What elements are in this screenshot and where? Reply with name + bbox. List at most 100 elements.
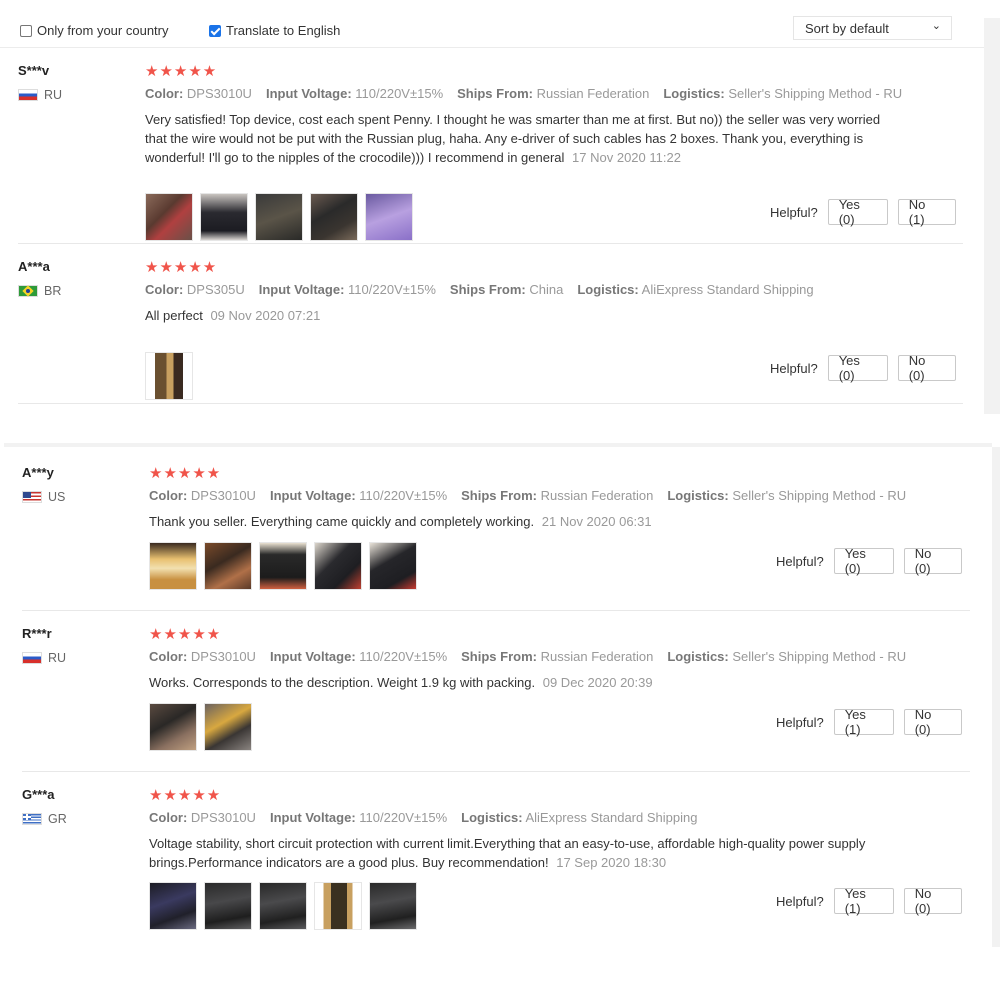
greece-flag-icon (22, 813, 42, 825)
review-photo[interactable] (369, 542, 417, 590)
star-rating: ★★★★★ (145, 63, 218, 80)
review-date: 21 Nov 2020 06:31 (541, 514, 652, 529)
review-photo[interactable] (145, 193, 193, 241)
logistics-label: Logistics: (667, 488, 729, 503)
helpful-votes: Helpful? Yes (0) No (1) (770, 197, 956, 227)
ships-from-value: China (529, 282, 564, 297)
ships-from-label: Ships From: (461, 649, 537, 664)
comment-text: Thank you seller. Everything came quickl… (149, 514, 535, 529)
logistics-value: Seller's Shipping Method - RU (732, 649, 907, 664)
ships-from-label: Ships From: (461, 488, 537, 503)
voltage-label: Input Voltage: (265, 86, 352, 101)
review-comment: Very satisfied! Top device, cost each sp… (145, 110, 885, 167)
reviews-panel-bottom: A***y US ★★★★★ Color: DPS3010U Input Volt… (4, 443, 992, 947)
review-attributes: Color: DPS305U Input Voltage: 110/220V±15… (145, 282, 814, 297)
review-date: 17 Nov 2020 11:22 (572, 150, 681, 165)
helpful-no-button[interactable]: No (1) (897, 197, 956, 227)
helpful-yes-button[interactable]: Yes (0) (833, 546, 894, 576)
reviews-panel-top: Only from your country Translate to Engl… (0, 16, 984, 414)
color-label: Color: (149, 810, 188, 825)
logistics-value: Seller's Shipping Method - RU (732, 488, 907, 503)
logistics-label: Logistics: (461, 810, 523, 825)
review-photo[interactable] (204, 542, 252, 590)
chevron-down-icon: ⌄ (931, 20, 941, 32)
helpful-yes-button[interactable]: Yes (1) (833, 707, 894, 737)
review-photo[interactable] (310, 193, 358, 241)
ships-from-label: Ships From: (449, 282, 526, 297)
helpful-no-button[interactable]: No (0) (897, 353, 956, 383)
review-divider (22, 771, 970, 772)
review-photo[interactable] (314, 882, 362, 930)
review-photo[interactable] (204, 882, 252, 930)
review-photo[interactable] (259, 882, 307, 930)
voltage-value: 110/220V±15% (348, 282, 436, 297)
usa-flag-icon (22, 491, 42, 503)
review-item: S***v RU ★★★★★ Color: DPS3010U Input Volt… (18, 63, 964, 244)
star-rating: ★★★★★ (149, 787, 222, 804)
helpful-label: Helpful? (770, 360, 818, 376)
helpful-label: Helpful? (776, 553, 824, 569)
color-value: DPS3010U (190, 810, 256, 825)
country-code: RU (48, 651, 67, 665)
filter-bar: Only from your country Translate to Engl… (0, 16, 984, 48)
review-photo[interactable] (145, 352, 193, 400)
review-photo[interactable] (255, 193, 303, 241)
helpful-no-button[interactable]: No (0) (903, 886, 962, 916)
logistics-value: AliExpress Standard Shipping (525, 810, 698, 825)
review-divider (18, 243, 963, 244)
helpful-label: Helpful? (776, 714, 824, 730)
review-photos (145, 352, 193, 400)
sort-dropdown[interactable]: Sort by default ⌄ (793, 16, 952, 40)
ships-from-value: Russian Federation (540, 488, 654, 503)
review-photos (149, 882, 417, 930)
review-photo[interactable] (369, 882, 417, 930)
brazil-flag-icon (18, 285, 38, 297)
review-photo[interactable] (149, 703, 197, 751)
review-item: A***y US ★★★★★ Color: DPS3010U Input Volt… (22, 465, 970, 611)
helpful-label: Helpful? (770, 204, 818, 220)
helpful-no-button[interactable]: No (0) (903, 546, 962, 576)
helpful-votes: Helpful? Yes (0) No (0) (770, 353, 956, 383)
checkbox-unchecked-icon (20, 24, 32, 37)
review-photo[interactable] (314, 542, 362, 590)
review-comment: Voltage stability, short circuit protect… (149, 834, 889, 872)
country-code: BR (44, 284, 62, 298)
review-date: 09 Nov 2020 07:21 (210, 308, 321, 323)
review-photo[interactable] (149, 882, 197, 930)
comment-text: Works. Corresponds to the description. W… (149, 675, 536, 690)
reviewer-country: BR (18, 284, 61, 298)
voltage-value: 110/220V±15% (359, 488, 448, 503)
review-photo[interactable] (204, 703, 252, 751)
helpful-votes: Helpful? Yes (1) No (0) (776, 707, 962, 737)
comment-text: Very satisfied! Top device, cost each sp… (145, 112, 881, 165)
color-value: DPS3010U (186, 86, 252, 101)
translate-checkbox[interactable]: Translate to English (209, 23, 340, 38)
review-comment: Thank you seller. Everything came quickl… (149, 512, 889, 531)
helpful-yes-button[interactable]: Yes (1) (833, 886, 894, 916)
review-photo[interactable] (259, 542, 307, 590)
russia-flag-icon (22, 652, 42, 664)
review-photo[interactable] (200, 193, 248, 241)
comment-text: Voltage stability, short circuit protect… (149, 836, 866, 870)
reviewer-country: RU (22, 651, 66, 665)
translate-label: Translate to English (226, 23, 341, 38)
reviewer-name: G***a (22, 787, 55, 802)
review-photo[interactable] (149, 542, 197, 590)
review-photo[interactable] (365, 193, 413, 241)
panel-edge (4, 443, 992, 447)
helpful-no-button[interactable]: No (0) (903, 707, 962, 737)
reviewer-name: A***y (22, 465, 54, 480)
ships-from-value: Russian Federation (540, 649, 654, 664)
review-attributes: Color: DPS3010U Input Voltage: 110/220V±1… (149, 649, 906, 664)
logistics-value: AliExpress Standard Shipping (641, 282, 814, 297)
star-rating: ★★★★★ (145, 259, 218, 276)
color-value: DPS305U (186, 282, 245, 297)
helpful-yes-button[interactable]: Yes (0) (827, 353, 888, 383)
helpful-yes-button[interactable]: Yes (0) (827, 197, 888, 227)
russia-flag-icon (18, 89, 38, 101)
only-country-checkbox[interactable]: Only from your country (20, 23, 169, 38)
page-gutter (984, 18, 1000, 414)
checkbox-checked-icon (209, 24, 221, 37)
review-divider (22, 610, 970, 611)
reviewer-country: US (22, 490, 65, 504)
